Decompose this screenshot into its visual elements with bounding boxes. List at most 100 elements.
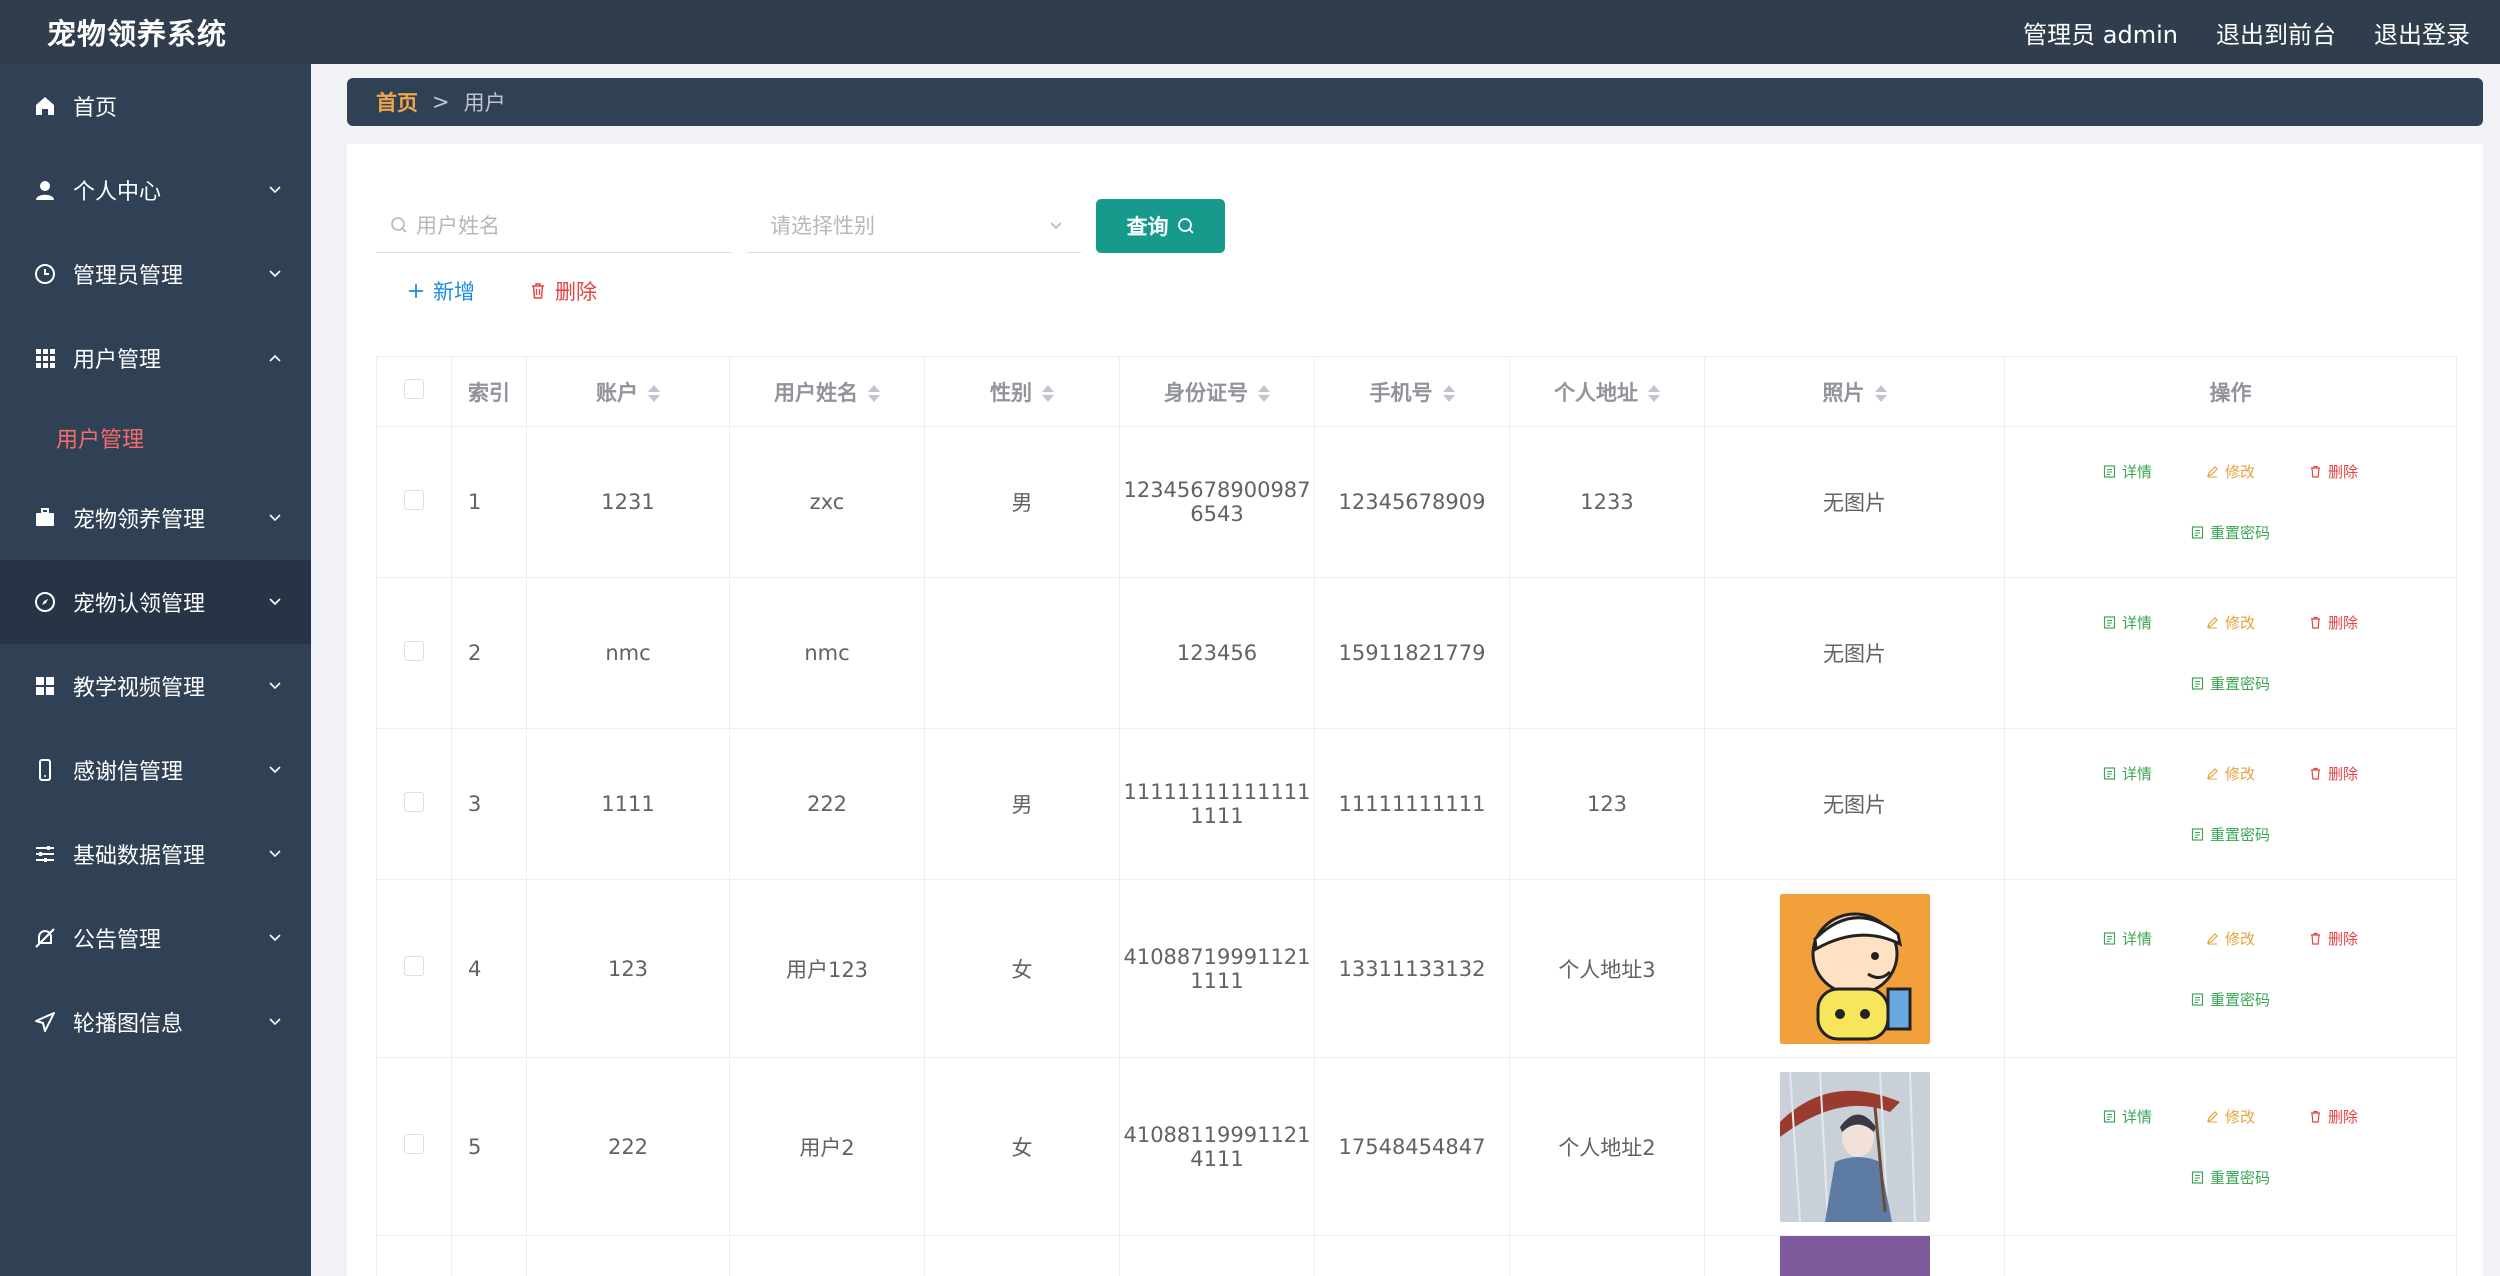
edit-button[interactable]: 修改 (2206, 928, 2255, 949)
breadcrumb-current: 用户 (463, 91, 506, 115)
plus-icon (407, 282, 425, 300)
batch-delete-button[interactable]: 删除 (529, 276, 597, 306)
sidebar-item-personal-center[interactable]: 个人中心 (0, 148, 311, 232)
row-checkbox[interactable] (404, 489, 424, 510)
phone-cell: 17548454847 (1314, 1057, 1510, 1236)
gender-select[interactable]: 请选择性别 (747, 198, 1081, 253)
sidebar-item-label: 宠物认领管理 (73, 592, 206, 617)
add-button[interactable]: 新增 (407, 276, 475, 306)
address-cell: 1233 (1509, 426, 1705, 578)
gender-cell (924, 577, 1120, 729)
sidebar-item-pet-adopt[interactable]: 宠物领养管理 (0, 476, 311, 560)
reset-password-button[interactable]: 重置密码 (2191, 1167, 2270, 1188)
ops-cell: 详情 修改 删除重置密码 (2004, 728, 2457, 880)
detail-button[interactable]: 详情 (2103, 461, 2152, 482)
user-photo[interactable] (1779, 1236, 1930, 1276)
document-icon (2103, 465, 2116, 478)
row-checkbox[interactable] (404, 1134, 424, 1154)
reset-password-button[interactable]: 重置密码 (2191, 673, 2270, 694)
breadcrumb-home[interactable]: 首页 (376, 87, 418, 117)
reset-password-label: 重置密码 (2209, 524, 2270, 542)
sidebar-item-user-manage[interactable]: 用户管理 (0, 316, 311, 400)
document-icon (2191, 677, 2204, 690)
row-select-cell[interactable] (376, 1057, 452, 1236)
row-checkbox[interactable] (404, 956, 424, 976)
sort-icon[interactable] (1648, 385, 1660, 402)
sort-icon[interactable] (648, 385, 660, 402)
logout-link[interactable]: 退出登录 (2374, 15, 2470, 50)
account-cell: nmc (526, 577, 730, 729)
user-photo[interactable] (1779, 1071, 1930, 1222)
detail-button[interactable]: 详情 (2103, 763, 2152, 784)
reset-password-button[interactable]: 重置密码 (2191, 989, 2270, 1010)
header-gender[interactable]: 性别 (924, 356, 1120, 427)
edit-button[interactable]: 修改 (2206, 763, 2255, 784)
edit-button[interactable]: 修改 (2206, 612, 2255, 633)
sort-icon[interactable] (1258, 385, 1270, 402)
query-button[interactable]: 查询 (1096, 198, 1225, 253)
row-select-cell[interactable] (376, 1235, 452, 1276)
search-row: 用户姓名 请选择性别 查询 (376, 198, 1225, 253)
detail-button[interactable]: 详情 (2103, 612, 2152, 633)
delete-button[interactable]: 删除 (2309, 1106, 2358, 1127)
detail-button[interactable]: 详情 (2103, 1106, 2152, 1127)
to-front-link[interactable]: 退出到前台 (2216, 15, 2336, 50)
sidebar-subitem-user-manage[interactable]: 用户管理 (0, 400, 311, 476)
table-body: 1 1231 zxc 男 12345678900987 6543 12345678909 12… (376, 426, 2457, 1276)
sidebar-item-home[interactable]: 首页 (0, 64, 311, 148)
detail-label: 详情 (2121, 463, 2152, 481)
search-icon (390, 216, 408, 234)
name-cell: zxc (729, 426, 925, 578)
index-cell: 1 (451, 426, 527, 578)
header-select-all[interactable] (376, 356, 452, 427)
sidebar-item-notice[interactable]: 公告管理 (0, 896, 311, 980)
delete-button[interactable]: 删除 (2309, 763, 2358, 784)
delete-button[interactable]: 删除 (2309, 928, 2358, 949)
sidebar-item-carousel[interactable]: 轮播图信息 (0, 980, 311, 1064)
sidebar-item-label: 个人中心 (73, 180, 162, 205)
edit-button[interactable]: 修改 (2206, 461, 2255, 482)
sort-icon[interactable] (1874, 385, 1887, 402)
sidebar-item-admin-manage[interactable]: 管理员管理 (0, 232, 311, 316)
reset-password-button[interactable]: 重置密码 (2191, 824, 2270, 845)
header-address[interactable]: 个人地址 (1509, 356, 1705, 427)
sidebar-item-pet-claim[interactable]: 宠物认领管理 (0, 560, 311, 644)
row-select-cell[interactable] (376, 879, 452, 1058)
sidebar-item-label: 感谢信管理 (73, 760, 184, 785)
edit-button[interactable]: 修改 (2206, 1106, 2255, 1127)
row-select-cell[interactable] (376, 728, 452, 880)
header-account[interactable]: 账户 (526, 356, 730, 427)
reset-password-button[interactable]: 重置密码 (2191, 522, 2270, 543)
header-name[interactable]: 用户姓名 (729, 356, 925, 427)
detail-label: 详情 (2121, 929, 2152, 948)
sort-icon[interactable] (868, 385, 880, 402)
id-number-cell: 123456 (1119, 577, 1315, 729)
row-select-cell[interactable] (376, 577, 452, 729)
id-number-line2: 6543 (1190, 502, 1244, 526)
sidebar-item-label: 公告管理 (73, 928, 162, 953)
sidebar-item-thank-letter[interactable]: 感谢信管理 (0, 728, 311, 812)
sidebar-item-teaching-video[interactable]: 教学视频管理 (0, 644, 311, 728)
header-id-number[interactable]: 身份证号 (1119, 356, 1315, 427)
app-title: 宠物领养系统 (47, 17, 228, 51)
sort-icon[interactable] (1442, 385, 1455, 402)
delete-button[interactable]: 删除 (2309, 612, 2358, 633)
ops-cell: 详情 修改 删除重置密码 (2004, 577, 2457, 729)
row-select-cell[interactable] (376, 426, 452, 578)
detail-button[interactable]: 详情 (2103, 928, 2152, 949)
select-all-checkbox[interactable] (404, 379, 424, 399)
search-icon (1177, 217, 1195, 235)
trash-icon (529, 282, 547, 300)
sidebar-item-base-data[interactable]: 基础数据管理 (0, 812, 311, 896)
header-photo[interactable]: 照片 (1704, 356, 2005, 427)
row-checkbox[interactable] (404, 640, 424, 661)
address-cell: 123 (1509, 728, 1705, 880)
row-checkbox[interactable] (404, 791, 424, 812)
grid-icon (31, 344, 59, 372)
sort-icon[interactable] (1042, 385, 1054, 402)
name-search-input[interactable]: 用户姓名 (376, 198, 732, 253)
delete-button[interactable]: 删除 (2309, 461, 2358, 482)
user-photo[interactable] (1779, 893, 1930, 1044)
header-phone[interactable]: 手机号 (1314, 356, 1510, 427)
chevron-down-icon (265, 844, 285, 864)
